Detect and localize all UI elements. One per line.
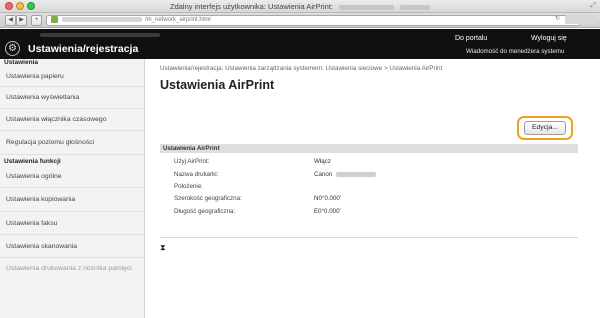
sidebar-item-memory-media-print-settings[interactable]: Ustawienia drukowania z nośnika pamięci <box>0 260 144 288</box>
fullscreen-icon[interactable]: ⤢ <box>590 2 596 10</box>
sidebar-heading-settings: Ustawienia <box>4 59 38 66</box>
window-titlebar: Zdalny interfejs użytkownika: Ustawienia… <box>0 0 600 13</box>
back-button[interactable]: ◀ <box>5 15 16 26</box>
edit-button[interactable]: Edycja... <box>524 121 566 135</box>
window-title: Zdalny interfejs użytkownika: Ustawienia… <box>0 2 600 11</box>
printer-name-label: Nazwa drukarki: <box>174 171 219 178</box>
sidebar-heading-function-settings: Ustawienia funkcji <box>4 158 61 165</box>
sidebar-item-general-settings[interactable]: Ustawienia ogólne <box>0 166 144 188</box>
section-header: Ustawienia AirPrint <box>160 144 578 153</box>
portal-link[interactable]: Do portalu <box>455 35 487 42</box>
sidebar-item-fax-settings[interactable]: Ustawienia faksu <box>0 212 144 235</box>
reload-icon[interactable]: ↻ <box>555 15 560 24</box>
sidebar-item-timer-settings[interactable]: Ustawienia włącznika czasowego <box>0 109 144 131</box>
location-label: Położenie: <box>174 183 203 190</box>
page-title: Ustawienia AirPrint <box>160 78 275 92</box>
message-to-admin-link[interactable]: Wiadomość do menedżera systemu <box>466 48 564 55</box>
section-divider <box>160 237 578 238</box>
back-to-top-link[interactable]: ⧗ <box>160 243 166 253</box>
breadcrumb: Ustawienia/rejestracja: Ustawienia zarzą… <box>160 65 443 72</box>
address-bar[interactable]: /m_network_airprint.html <box>46 15 581 26</box>
redacted-text <box>399 4 430 10</box>
sidebar-item-scan-settings[interactable]: Ustawienia skanowania <box>0 235 144 258</box>
latitude-value: N0°0.000' <box>314 195 342 202</box>
redacted-text <box>336 171 377 177</box>
use-airprint-value: Włącz <box>314 158 331 165</box>
redacted-text <box>40 33 160 37</box>
browser-toolbar: ◀ ▶ + /m_network_airprint.html ↻ <box>0 13 600 28</box>
sidebar: Ustawienia Ustawienia papieru Ustawienia… <box>0 59 145 318</box>
printer-name-value: Canon <box>314 171 377 178</box>
longitude-value: E0°0.000' <box>314 208 341 215</box>
reader-button[interactable] <box>565 15 595 24</box>
sidebar-item-volume-settings[interactable]: Regulacja poziomu głośności <box>0 131 144 155</box>
settings-gear-icon: ⚙ <box>5 41 20 56</box>
sidebar-item-paper-settings[interactable]: Ustawienia papieru <box>0 67 144 87</box>
main-content: Ustawienia/rejestracja: Ustawienia zarzą… <box>146 59 600 318</box>
favicon-icon <box>51 16 58 23</box>
longitude-label: Długość geograficzna: <box>174 208 236 215</box>
add-bookmark-button[interactable]: + <box>31 15 42 26</box>
redacted-text <box>338 4 394 10</box>
use-airprint-label: Użyj AirPrint: <box>174 158 210 165</box>
logout-link[interactable]: Wyloguj się <box>531 35 567 42</box>
sidebar-item-display-settings[interactable]: Ustawienia wyświetlania <box>0 87 144 109</box>
latitude-label: Szerokość geograficzna: <box>174 195 242 202</box>
header-title: Ustawienia/rejestracja <box>28 43 139 55</box>
redacted-url <box>62 17 142 22</box>
app-header: ⚙ Ustawienia/rejestracja Do portalu Wylo… <box>0 29 600 59</box>
forward-button[interactable]: ▶ <box>16 15 27 26</box>
sidebar-item-copy-settings[interactable]: Ustawienia kopiowania <box>0 188 144 212</box>
